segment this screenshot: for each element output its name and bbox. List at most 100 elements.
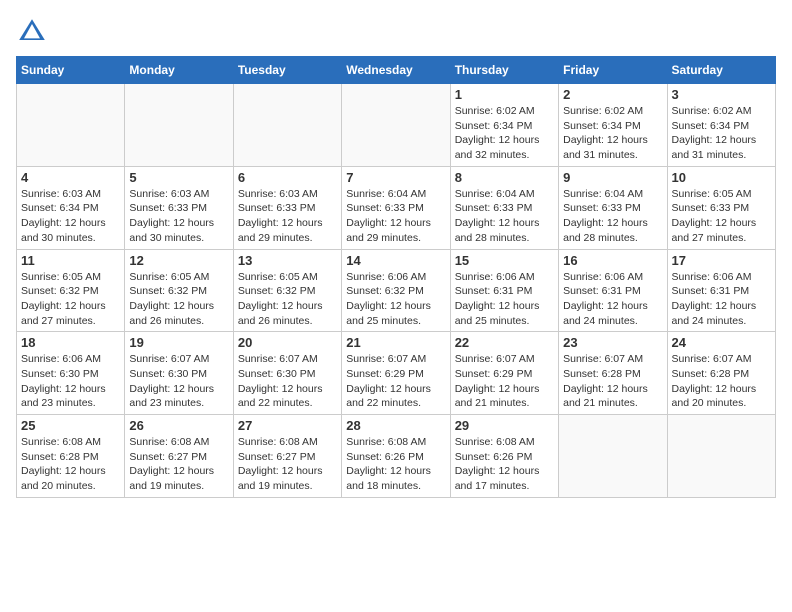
day-info: Sunrise: 6:06 AM Sunset: 6:31 PM Dayligh… [563, 270, 662, 329]
day-number: 16 [563, 253, 662, 268]
logo-icon [16, 16, 48, 48]
calendar-cell: 8 Sunrise: 6:04 AM Sunset: 6:33 PM Daylig… [450, 166, 558, 249]
day-number: 13 [238, 253, 337, 268]
day-info: Sunrise: 6:03 AM Sunset: 6:34 PM Dayligh… [21, 187, 120, 246]
day-number: 17 [672, 253, 771, 268]
calendar-cell: 16 Sunrise: 6:06 AM Sunset: 6:31 PM Dayli… [559, 249, 667, 332]
day-info: Sunrise: 6:07 AM Sunset: 6:28 PM Dayligh… [563, 352, 662, 411]
day-number: 27 [238, 418, 337, 433]
day-info: Sunrise: 6:08 AM Sunset: 6:26 PM Dayligh… [455, 435, 554, 494]
day-number: 11 [21, 253, 120, 268]
calendar-header-row: SundayMondayTuesdayWednesdayThursdayFrid… [17, 57, 776, 84]
calendar-cell: 6 Sunrise: 6:03 AM Sunset: 6:33 PM Daylig… [233, 166, 341, 249]
day-info: Sunrise: 6:04 AM Sunset: 6:33 PM Dayligh… [346, 187, 445, 246]
calendar-cell: 24 Sunrise: 6:07 AM Sunset: 6:28 PM Dayli… [667, 332, 775, 415]
page-header [16, 16, 776, 48]
day-info: Sunrise: 6:05 AM Sunset: 6:32 PM Dayligh… [238, 270, 337, 329]
day-info: Sunrise: 6:03 AM Sunset: 6:33 PM Dayligh… [129, 187, 228, 246]
day-info: Sunrise: 6:07 AM Sunset: 6:28 PM Dayligh… [672, 352, 771, 411]
header-wednesday: Wednesday [342, 57, 450, 84]
header-saturday: Saturday [667, 57, 775, 84]
calendar-cell: 11Sunrise: 6:05 AM Sunset: 6:32 PM Dayli… [17, 249, 125, 332]
day-number: 29 [455, 418, 554, 433]
day-info: Sunrise: 6:07 AM Sunset: 6:29 PM Dayligh… [346, 352, 445, 411]
day-number: 2 [563, 87, 662, 102]
calendar-cell [667, 415, 775, 498]
day-number: 25 [21, 418, 120, 433]
day-number: 20 [238, 335, 337, 350]
day-number: 15 [455, 253, 554, 268]
header-thursday: Thursday [450, 57, 558, 84]
calendar-cell: 4 Sunrise: 6:03 AM Sunset: 6:34 PM Daylig… [17, 166, 125, 249]
day-info: Sunrise: 6:06 AM Sunset: 6:30 PM Dayligh… [21, 352, 120, 411]
day-info: Sunrise: 6:05 AM Sunset: 6:32 PM Dayligh… [129, 270, 228, 329]
day-info: Sunrise: 6:08 AM Sunset: 6:27 PM Dayligh… [238, 435, 337, 494]
day-number: 26 [129, 418, 228, 433]
calendar-cell: 15 Sunrise: 6:06 AM Sunset: 6:31 PM Dayli… [450, 249, 558, 332]
calendar-cell [342, 84, 450, 167]
header-monday: Monday [125, 57, 233, 84]
week-row-5: 25 Sunrise: 6:08 AM Sunset: 6:28 PM Dayli… [17, 415, 776, 498]
calendar-cell: 3 Sunrise: 6:02 AM Sunset: 6:34 PM Daylig… [667, 84, 775, 167]
day-info: Sunrise: 6:02 AM Sunset: 6:34 PM Dayligh… [455, 104, 554, 163]
day-number: 5 [129, 170, 228, 185]
day-info: Sunrise: 6:06 AM Sunset: 6:31 PM Dayligh… [455, 270, 554, 329]
day-number: 10 [672, 170, 771, 185]
week-row-4: 18 Sunrise: 6:06 AM Sunset: 6:30 PM Dayli… [17, 332, 776, 415]
calendar-cell: 29 Sunrise: 6:08 AM Sunset: 6:26 PM Dayli… [450, 415, 558, 498]
calendar-cell: 5 Sunrise: 6:03 AM Sunset: 6:33 PM Daylig… [125, 166, 233, 249]
day-number: 24 [672, 335, 771, 350]
day-info: Sunrise: 6:04 AM Sunset: 6:33 PM Dayligh… [563, 187, 662, 246]
day-number: 9 [563, 170, 662, 185]
day-info: Sunrise: 6:08 AM Sunset: 6:26 PM Dayligh… [346, 435, 445, 494]
calendar-cell: 7Sunrise: 6:04 AM Sunset: 6:33 PM Daylig… [342, 166, 450, 249]
calendar-cell: 20 Sunrise: 6:07 AM Sunset: 6:30 PM Dayli… [233, 332, 341, 415]
day-number: 21 [346, 335, 445, 350]
day-info: Sunrise: 6:03 AM Sunset: 6:33 PM Dayligh… [238, 187, 337, 246]
header-friday: Friday [559, 57, 667, 84]
day-info: Sunrise: 6:07 AM Sunset: 6:30 PM Dayligh… [129, 352, 228, 411]
day-number: 4 [21, 170, 120, 185]
calendar-cell: 27 Sunrise: 6:08 AM Sunset: 6:27 PM Dayli… [233, 415, 341, 498]
day-info: Sunrise: 6:07 AM Sunset: 6:30 PM Dayligh… [238, 352, 337, 411]
day-number: 8 [455, 170, 554, 185]
day-info: Sunrise: 6:04 AM Sunset: 6:33 PM Dayligh… [455, 187, 554, 246]
calendar-cell [233, 84, 341, 167]
day-info: Sunrise: 6:07 AM Sunset: 6:29 PM Dayligh… [455, 352, 554, 411]
calendar-cell: 25 Sunrise: 6:08 AM Sunset: 6:28 PM Dayli… [17, 415, 125, 498]
day-number: 3 [672, 87, 771, 102]
week-row-1: 1 Sunrise: 6:02 AM Sunset: 6:34 PM Daylig… [17, 84, 776, 167]
calendar-cell: 13 Sunrise: 6:05 AM Sunset: 6:32 PM Dayli… [233, 249, 341, 332]
day-info: Sunrise: 6:08 AM Sunset: 6:28 PM Dayligh… [21, 435, 120, 494]
day-number: 12 [129, 253, 228, 268]
day-info: Sunrise: 6:02 AM Sunset: 6:34 PM Dayligh… [563, 104, 662, 163]
week-row-3: 11 Sunrise: 6:05 AM Sunset: 6:32 PM Dayli… [17, 249, 776, 332]
calendar-cell: 21 Sunrise: 6:07 AM Sunset: 6:29 PM Dayli… [342, 332, 450, 415]
calendar-cell: 9 Sunrise: 6:04 AM Sunset: 6:33 PM Daylig… [559, 166, 667, 249]
day-info: Sunrise: 6:06 AM Sunset: 6:31 PM Dayligh… [672, 270, 771, 329]
calendar-cell: 19 Sunrise: 6:07 AM Sunset: 6:30 PM Dayli… [125, 332, 233, 415]
day-number: 28 [346, 418, 445, 433]
day-number: 18 [21, 335, 120, 350]
calendar-cell [125, 84, 233, 167]
calendar-cell: 28 Sunrise: 6:08 AM Sunset: 6:26 PM Dayli… [342, 415, 450, 498]
day-info: Sunrise: 6:06 AM Sunset: 6:32 PM Dayligh… [346, 270, 445, 329]
calendar-cell: 2 Sunrise: 6:02 AM Sunset: 6:34 PM Daylig… [559, 84, 667, 167]
calendar-cell: 17 Sunrise: 6:06 AM Sunset: 6:31 PM Dayli… [667, 249, 775, 332]
calendar-cell: 26 Sunrise: 6:08 AM Sunset: 6:27 PM Dayli… [125, 415, 233, 498]
day-number: 1 [455, 87, 554, 102]
calendar-cell: 14Sunrise: 6:06 AM Sunset: 6:32 PM Dayli… [342, 249, 450, 332]
day-info: Sunrise: 6:05 AM Sunset: 6:33 PM Dayligh… [672, 187, 771, 246]
day-info: Sunrise: 6:02 AM Sunset: 6:34 PM Dayligh… [672, 104, 771, 163]
header-tuesday: Tuesday [233, 57, 341, 84]
day-number: 19 [129, 335, 228, 350]
day-number: 23 [563, 335, 662, 350]
header-sunday: Sunday [17, 57, 125, 84]
calendar-cell: 22 Sunrise: 6:07 AM Sunset: 6:29 PM Dayli… [450, 332, 558, 415]
day-number: 22 [455, 335, 554, 350]
day-number: 6 [238, 170, 337, 185]
calendar-cell [17, 84, 125, 167]
calendar-cell: 23 Sunrise: 6:07 AM Sunset: 6:28 PM Dayli… [559, 332, 667, 415]
day-info: Sunrise: 6:08 AM Sunset: 6:27 PM Dayligh… [129, 435, 228, 494]
calendar-cell: 10 Sunrise: 6:05 AM Sunset: 6:33 PM Dayli… [667, 166, 775, 249]
